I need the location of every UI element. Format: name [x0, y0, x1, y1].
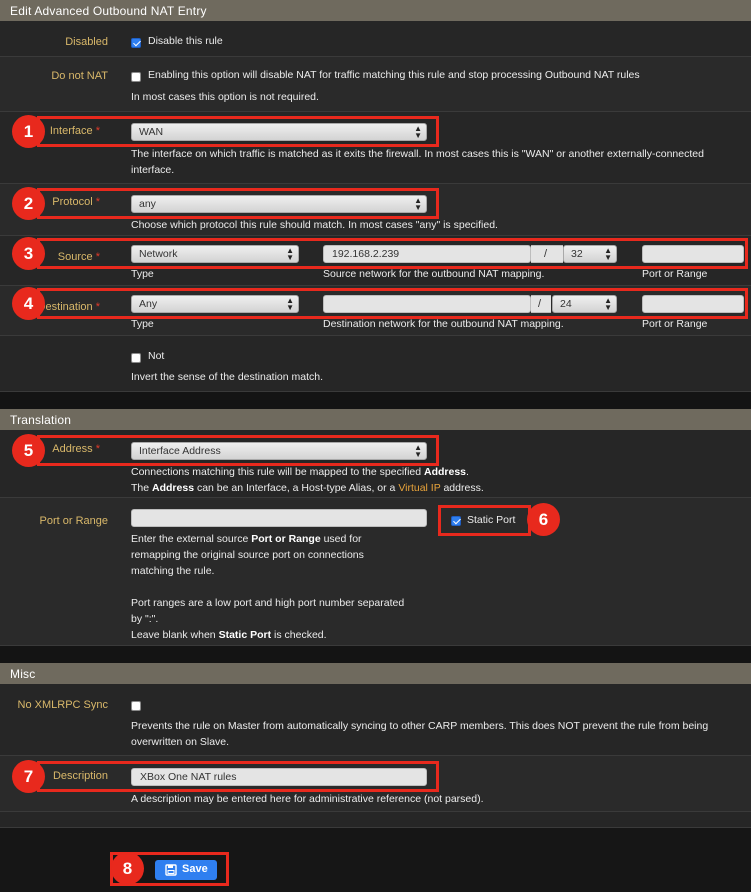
label-disabled: Disabled [65, 36, 108, 48]
row-do-not-nat: Do not NAT Enabling this option will dis… [0, 57, 751, 112]
callout-box-destination [37, 288, 748, 319]
panel-gap [0, 392, 751, 409]
port-range-help-1: Enter the external source Port or Range … [131, 533, 362, 545]
do-not-nat-checkbox-label: Enabling this option will disable NAT fo… [148, 69, 640, 81]
row-xmlrpc: No XMLRPC Sync Prevents the rule on Mast… [0, 684, 751, 756]
interface-help-1: The interface on which traffic is matche… [131, 148, 704, 160]
callout-box-static-port [438, 505, 531, 536]
disabled-checkbox[interactable] [131, 38, 141, 48]
callout-badge-7: 7 [12, 760, 45, 793]
xmlrpc-help-1: Prevents the rule on Master from automat… [131, 720, 709, 732]
callout-box-source [37, 238, 748, 269]
callout-badge-1: 1 [12, 115, 45, 148]
panel-gap [0, 646, 751, 663]
virtual-ip-link[interactable]: Virtual IP [398, 482, 440, 494]
xmlrpc-help-2: overwritten on Slave. [131, 736, 230, 748]
port-range-help-2: remapping the original source port on co… [131, 549, 364, 561]
callout-badge-6: 6 [527, 503, 560, 536]
interface-help-2: interface. [131, 164, 175, 176]
row-disabled: Disabled Disable this rule [0, 21, 751, 57]
callout-badge-8: 8 [111, 852, 144, 885]
xmlrpc-checkbox[interactable] [131, 701, 141, 711]
address-help-1: Connections matching this rule will be m… [131, 466, 469, 478]
port-range-help-5: by ":". [131, 613, 159, 625]
disabled-checkbox-label: Disable this rule [148, 35, 223, 47]
callout-badge-2: 2 [12, 187, 45, 220]
panel-title-main: Edit Advanced Outbound NAT Entry [0, 0, 751, 21]
row-not: Not Invert the sense of the destination … [0, 336, 751, 392]
not-help: Invert the sense of the destination matc… [131, 371, 324, 383]
not-checkbox[interactable] [131, 353, 141, 363]
not-checkbox-label: Not [148, 350, 165, 362]
label-do-not-nat: Do not NAT [51, 70, 108, 82]
protocol-help: Choose which protocol this rule should m… [131, 219, 498, 231]
callout-box-address [37, 435, 439, 466]
description-help: A description may be entered here for ad… [131, 793, 484, 805]
callout-box-interface [37, 116, 439, 147]
panel-title-translation: Translation [0, 409, 751, 430]
port-range-help-4: Port ranges are a low port and high port… [131, 597, 405, 609]
callout-badge-3: 3 [12, 237, 45, 270]
row-port-range: Port or Range Static Port Enter the exte… [0, 498, 751, 646]
callout-badge-5: 5 [12, 434, 45, 467]
row-spacer [0, 812, 751, 828]
callout-box-protocol [37, 188, 439, 219]
do-not-nat-help: In most cases this option is not require… [131, 91, 319, 103]
callout-box-description [37, 761, 439, 792]
port-range-help-3: matching the rule. [131, 565, 215, 577]
address-help-2: The Address can be an Interface, a Host-… [131, 482, 484, 494]
label-xmlrpc: No XMLRPC Sync [17, 699, 108, 711]
panel-title-misc: Misc [0, 663, 751, 684]
do-not-nat-checkbox[interactable] [131, 72, 141, 82]
label-port-range: Port or Range [39, 515, 108, 527]
callout-badge-4: 4 [12, 287, 45, 320]
port-range-input[interactable] [131, 509, 427, 527]
port-range-help-6: Leave blank when Static Port is checked. [131, 629, 327, 641]
